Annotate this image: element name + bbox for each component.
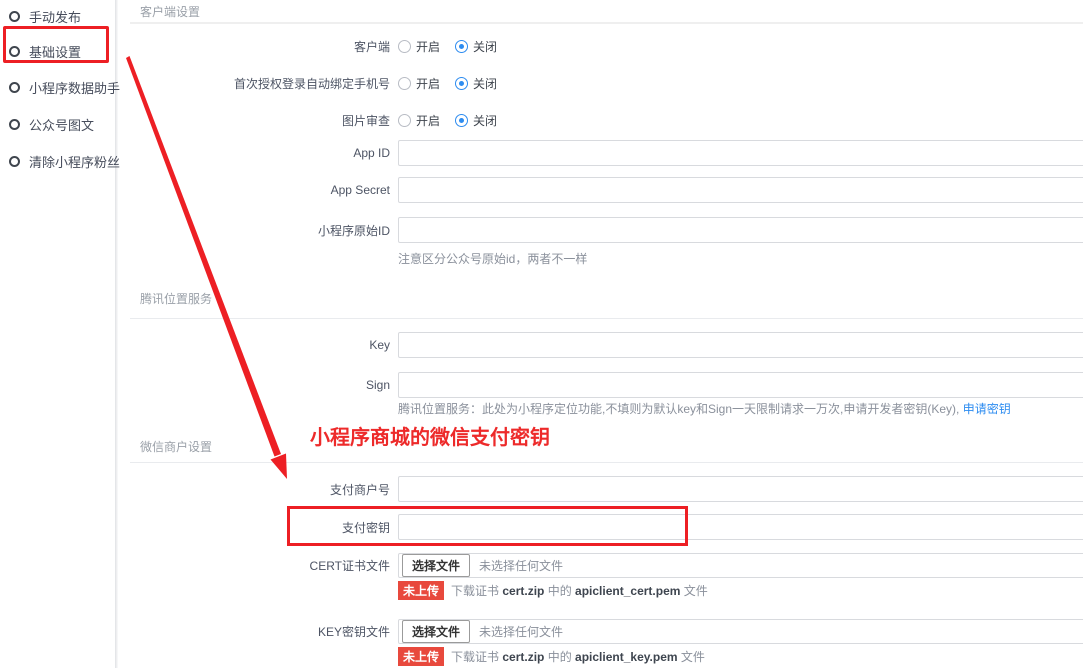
form-row-sign: Sign	[117, 372, 1083, 398]
field-label: Sign	[117, 378, 390, 392]
location-sign-input[interactable]	[398, 372, 1083, 398]
sidebar-item-label: 手动发布	[29, 7, 81, 26]
radio-label: 关闭	[473, 75, 497, 92]
field-label: 支付密钥	[117, 519, 390, 536]
cert-file-status-row: 未上传 下载证书 cert.zip 中的 apiclient_cert.pem …	[398, 581, 708, 600]
field-label: App ID	[117, 146, 390, 160]
form-row-cert-file: CERT证书文件 选择文件 未选择任何文件	[117, 553, 1083, 578]
field-label: 支付商户号	[117, 481, 390, 498]
form-row-pay-merchant-id: 支付商户号	[117, 476, 1083, 502]
field-label: 首次授权登录自动绑定手机号	[117, 75, 390, 92]
radio-group-image-review: 开启 关闭	[398, 112, 497, 129]
form-row-pay-secret: 支付密钥	[117, 514, 1083, 540]
sidebar-item-official-account-articles[interactable]: 公众号图文	[9, 113, 94, 135]
apply-key-link[interactable]: 申请密钥	[963, 402, 1011, 416]
field-label: 图片审查	[117, 112, 390, 129]
form-row-auto-bind-phone: 首次授权登录自动绑定手机号 开启 关闭	[117, 72, 1083, 94]
location-service-hint: 腾讯位置服务：此处为小程序定位功能,不填则为默认key和Sign一天限制请求一万…	[398, 400, 1011, 417]
radio-group-auto-bind-phone: 开启 关闭	[398, 75, 497, 92]
sidebar-item-clear-miniprogram-fans[interactable]: 清除小程序粉丝	[9, 150, 120, 172]
sidebar-item-label: 基础设置	[29, 42, 81, 61]
radio-option-off[interactable]: 关闭	[455, 38, 497, 55]
radio-icon[interactable]	[398, 40, 411, 53]
app-secret-input[interactable]	[398, 177, 1083, 203]
field-label: 小程序原始ID	[117, 222, 390, 239]
pay-secret-input[interactable]	[398, 514, 1083, 540]
radio-icon[interactable]	[398, 77, 411, 90]
choose-file-button[interactable]: 选择文件	[402, 620, 470, 643]
annotation-note-pay-secret: 小程序商城的微信支付密钥	[310, 421, 550, 450]
location-hint-text: 腾讯位置服务：此处为小程序定位功能,不填则为默认key和Sign一天限制请求一万…	[398, 402, 963, 416]
not-uploaded-badge: 未上传	[398, 647, 444, 666]
radio-icon[interactable]	[455, 114, 468, 127]
form-row-client-switch: 客户端 开启 关闭	[117, 35, 1083, 57]
section-divider	[130, 462, 1083, 463]
no-file-chosen-text: 未选择任何文件	[479, 623, 563, 640]
form-row-image-review: 图片审查 开启 关闭	[117, 109, 1083, 131]
section-title-tencent-location: 腾讯位置服务	[140, 290, 212, 307]
choose-file-button[interactable]: 选择文件	[402, 554, 470, 577]
form-row-mini-original-id: 小程序原始ID	[117, 217, 1083, 243]
radio-icon[interactable]	[455, 77, 468, 90]
radio-option-off[interactable]: 关闭	[455, 75, 497, 92]
circle-icon	[9, 156, 20, 167]
radio-option-on[interactable]: 开启	[398, 112, 440, 129]
sidebar-item-miniprogram-data-assistant[interactable]: 小程序数据助手	[9, 76, 120, 98]
not-uploaded-badge: 未上传	[398, 581, 444, 600]
radio-label: 开启	[416, 38, 440, 55]
sidebar-item-basic-settings[interactable]: 基础设置	[9, 40, 81, 62]
cert-file-hint: 下载证书 cert.zip 中的 apiclient_cert.pem 文件	[451, 582, 708, 599]
section-divider	[130, 318, 1083, 319]
field-label: Key	[117, 338, 390, 352]
key-file-status-row: 未上传 下载证书 cert.zip 中的 apiclient_key.pem 文…	[398, 647, 705, 666]
field-label: App Secret	[117, 183, 390, 197]
form-row-key: Key	[117, 332, 1083, 358]
radio-label: 关闭	[473, 112, 497, 129]
radio-label: 关闭	[473, 38, 497, 55]
circle-icon	[9, 46, 20, 57]
circle-icon	[9, 119, 20, 130]
key-file-hint: 下载证书 cert.zip 中的 apiclient_key.pem 文件	[451, 648, 705, 665]
radio-label: 开启	[416, 75, 440, 92]
sidebar-item-label: 公众号图文	[29, 115, 94, 134]
radio-label: 开启	[416, 112, 440, 129]
form-row-key-file: KEY密钥文件 选择文件 未选择任何文件	[117, 619, 1083, 644]
radio-option-on[interactable]: 开启	[398, 75, 440, 92]
field-label: KEY密钥文件	[117, 623, 390, 640]
circle-icon	[9, 82, 20, 93]
radio-option-on[interactable]: 开启	[398, 38, 440, 55]
app-id-input[interactable]	[398, 140, 1083, 166]
cert-file-input[interactable]: 选择文件 未选择任何文件	[398, 553, 1083, 578]
radio-icon[interactable]	[455, 40, 468, 53]
circle-icon	[9, 11, 20, 22]
key-file-input[interactable]: 选择文件 未选择任何文件	[398, 619, 1083, 644]
radio-option-off[interactable]: 关闭	[455, 112, 497, 129]
sidebar-item-label: 清除小程序粉丝	[29, 152, 120, 171]
section-divider	[130, 22, 1083, 24]
field-label: CERT证书文件	[117, 557, 390, 574]
radio-group-client: 开启 关闭	[398, 38, 497, 55]
section-title-wechat-merchant: 微信商户设置	[140, 438, 212, 455]
section-title-client-settings: 客户端设置	[140, 3, 200, 20]
no-file-chosen-text: 未选择任何文件	[479, 557, 563, 574]
radio-icon[interactable]	[398, 114, 411, 127]
form-row-app-secret: App Secret	[117, 177, 1083, 203]
sidebar-item-label: 小程序数据助手	[29, 78, 120, 97]
pay-merchant-id-input[interactable]	[398, 476, 1083, 502]
form-row-app-id: App ID	[117, 140, 1083, 166]
field-label: 客户端	[117, 38, 390, 55]
mini-original-id-input[interactable]	[398, 217, 1083, 243]
mini-original-id-hint: 注意区分公众号原始id，两者不一样	[398, 250, 587, 267]
sidebar-item-manual-publish[interactable]: 手动发布	[9, 5, 81, 27]
location-key-input[interactable]	[398, 332, 1083, 358]
